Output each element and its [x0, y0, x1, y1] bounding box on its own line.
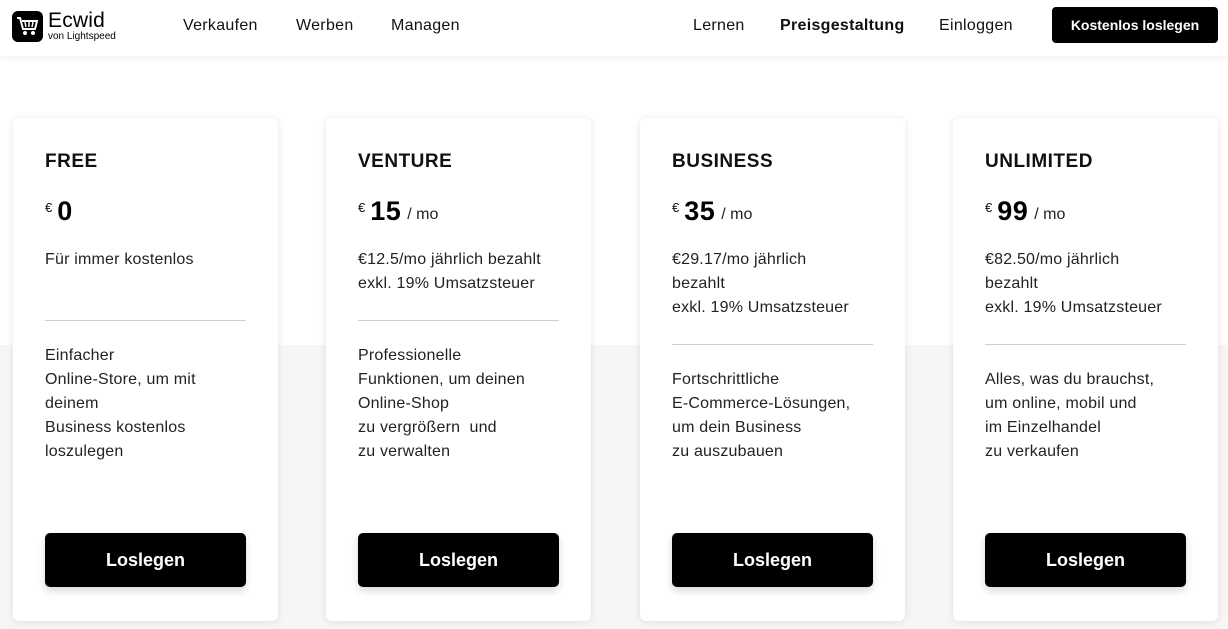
plan-price: € 99 / mo	[985, 196, 1066, 226]
nav-managen[interactable]: Managen	[391, 17, 460, 35]
plan-description: Einfacher Online-Store, um mit deinem Bu…	[45, 347, 196, 460]
brand-sub: von Lightspeed	[48, 31, 116, 42]
plan-title: UNLIMITED	[982, 151, 1096, 173]
get-started-button[interactable]: Loslegen	[45, 533, 246, 587]
plan-price: € 35 / mo	[672, 196, 753, 226]
nav-werben[interactable]: Werben	[296, 17, 354, 35]
nav-preisgestaltung[interactable]: Preisgestaltung	[780, 17, 905, 35]
plan-subtext: €29.17/mo jährlich bezahlt exkl. 19% Ums…	[672, 251, 849, 316]
divider	[672, 344, 873, 345]
plan-title: BUSINESS	[669, 151, 777, 173]
divider	[985, 344, 1186, 345]
plan-card-free: FREE € 0 Für immer kostenlos Einfacher O…	[13, 118, 278, 621]
plan-title: FREE	[42, 151, 101, 173]
plan-title: VENTURE	[355, 151, 456, 173]
plan-subtext: €12.5/mo jährlich bezahlt exkl. 19% Umsa…	[358, 251, 541, 292]
cart-logo-icon	[12, 10, 43, 42]
plan-card-unlimited: UNLIMITED € 99 / mo €82.50/mo jährlich b…	[953, 118, 1218, 621]
nav-lernen[interactable]: Lernen	[693, 17, 745, 35]
divider	[45, 320, 246, 321]
plan-card-business: BUSINESS € 35 / mo €29.17/mo jährlich be…	[640, 118, 905, 621]
plan-subtext: €82.50/mo jährlich bezahlt exkl. 19% Ums…	[985, 251, 1162, 316]
start-free-button[interactable]: Kostenlos loslegen	[1052, 7, 1218, 43]
plan-description: Alles, was du brauchst, um online, mobil…	[985, 371, 1155, 460]
plan-description: Professionelle Funktionen, um deinen Onl…	[358, 347, 525, 460]
plan-price: € 15 / mo	[358, 196, 439, 226]
get-started-button[interactable]: Loslegen	[358, 533, 559, 587]
nav-einloggen[interactable]: Einloggen	[939, 17, 1013, 35]
brand-name: Ecwid	[48, 9, 106, 32]
ecwid-logo[interactable]: Ecwid von Lightspeed	[12, 10, 116, 42]
plan-card-venture: VENTURE € 15 / mo €12.5/mo jährlich beza…	[326, 118, 591, 621]
plan-subtext: Für immer kostenlos	[45, 251, 194, 268]
get-started-button[interactable]: Loslegen	[672, 533, 873, 587]
divider	[358, 320, 559, 321]
plan-price: € 0	[45, 196, 73, 226]
top-header: Ecwid von Lightspeed Verkaufen Werben Ma…	[0, 0, 1228, 56]
plan-description: Fortschrittliche E-Commerce-Lösungen, um…	[672, 371, 851, 460]
nav-verkaufen[interactable]: Verkaufen	[183, 17, 258, 35]
get-started-button[interactable]: Loslegen	[985, 533, 1186, 587]
